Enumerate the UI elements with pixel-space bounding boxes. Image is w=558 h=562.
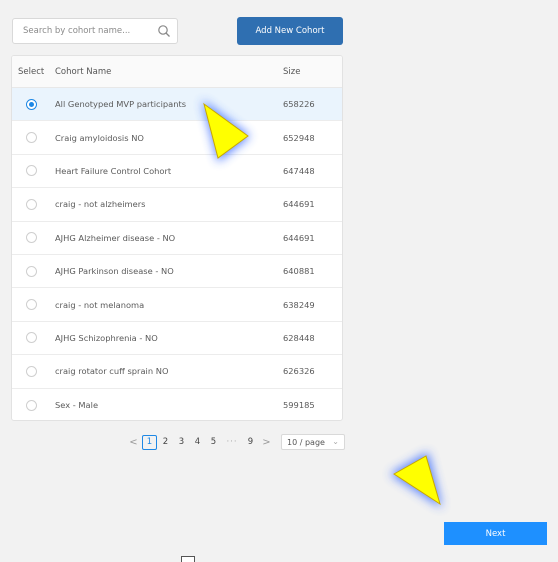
header-size: Size (283, 66, 301, 77)
row-select-cell (12, 98, 55, 110)
table-row[interactable]: craig - not alzheimers 644691 (12, 188, 342, 222)
cohort-size: 652948 (283, 132, 315, 143)
cohort-size: 644691 (283, 232, 315, 243)
row-select-cell (12, 132, 55, 144)
next-button[interactable]: Next (444, 522, 547, 545)
search-icon[interactable] (157, 24, 171, 38)
page-size-value: 10 / page (287, 437, 325, 447)
row-select-cell (12, 232, 55, 244)
row-select-cell (12, 265, 55, 277)
radio-icon[interactable] (26, 232, 37, 244)
cohort-name: Sex - Male (55, 400, 99, 411)
pagination: < 1 2 3 4 5 ··· 9 > 10 / page ⌄ (126, 433, 345, 451)
cohort-size: 638249 (283, 299, 315, 310)
cohort-name: AJHG Schizophrenia - NO (55, 332, 158, 343)
cohort-size: 640881 (283, 266, 315, 277)
header-select: Select (18, 66, 45, 77)
cohort-name: AJHG Parkinson disease - NO (55, 266, 174, 277)
cohort-name: craig - not melanoma (55, 299, 145, 310)
table-row[interactable]: AJHG Parkinson disease - NO 640881 (12, 255, 342, 289)
cohort-size: 644691 (283, 199, 315, 210)
page-9-button[interactable]: 9 (243, 435, 258, 450)
page-3-button[interactable]: 3 (174, 435, 189, 450)
header-cohort-name: Cohort Name (55, 66, 112, 77)
search-box[interactable] (12, 18, 178, 44)
yellow-arrow-pointer (390, 452, 442, 508)
page-2-button[interactable]: 2 (158, 435, 173, 450)
radio-icon[interactable] (26, 132, 37, 144)
row-select-cell (12, 299, 55, 311)
radio-icon[interactable] (26, 332, 37, 344)
yellow-arrow-pointer (202, 100, 250, 162)
radio-icon[interactable] (26, 165, 37, 177)
cohort-name: craig rotator cuff sprain NO (55, 366, 169, 377)
table-row[interactable]: Heart Failure Control Cohort 647448 (12, 155, 342, 189)
cohort-name: craig - not alzheimers (55, 199, 146, 210)
cohort-size: 626326 (283, 366, 315, 377)
row-select-cell (12, 165, 55, 177)
page-1-button[interactable]: 1 (142, 434, 157, 450)
row-select-cell (12, 332, 55, 344)
cohort-size: 599185 (283, 400, 315, 411)
page-4-button[interactable]: 4 (190, 435, 205, 450)
cohort-name: AJHG Alzheimer disease - NO (55, 232, 176, 243)
row-select-cell (12, 399, 55, 411)
radio-icon[interactable] (26, 299, 37, 311)
table-body: All Genotyped MVP participants 658226 Crai… (12, 88, 342, 420)
page-size-select[interactable]: 10 / page ⌄ (281, 434, 345, 450)
page-ellipsis[interactable]: ··· (222, 435, 242, 450)
prev-page-button[interactable]: < (126, 435, 141, 450)
table-row[interactable]: All Genotyped MVP participants 658226 (12, 88, 342, 122)
table-row[interactable]: AJHG Alzheimer disease - NO 644691 (12, 222, 342, 255)
row-select-cell (12, 198, 55, 210)
radio-icon[interactable] (26, 98, 37, 110)
table-row[interactable]: AJHG Schizophrenia - NO 628448 (12, 322, 342, 356)
cohort-size: 628448 (283, 332, 315, 343)
row-select-cell (12, 365, 55, 377)
radio-icon[interactable] (26, 265, 37, 277)
search-input[interactable] (13, 19, 153, 43)
checkbox[interactable] (181, 556, 195, 562)
table-row[interactable]: Craig amyloidosis NO 652948 (12, 121, 342, 155)
cohort-table: Select Cohort Name Size All Genotyped MV… (11, 55, 343, 421)
cohort-size: 647448 (283, 165, 315, 176)
table-row[interactable]: craig - not melanoma 638249 (12, 288, 342, 322)
add-new-cohort-button[interactable]: Add New Cohort (237, 17, 343, 45)
radio-icon[interactable] (26, 399, 37, 411)
cohort-size: 658226 (283, 99, 315, 110)
radio-icon[interactable] (26, 365, 37, 377)
table-row[interactable]: craig rotator cuff sprain NO 626326 (12, 355, 342, 389)
table-header: Select Cohort Name Size (12, 56, 342, 88)
table-row[interactable]: Sex - Male 599185 (12, 389, 342, 420)
next-page-button[interactable]: > (259, 435, 274, 450)
radio-icon[interactable] (26, 198, 37, 210)
chevron-down-icon: ⌄ (332, 437, 339, 446)
page-5-button[interactable]: 5 (206, 435, 221, 450)
